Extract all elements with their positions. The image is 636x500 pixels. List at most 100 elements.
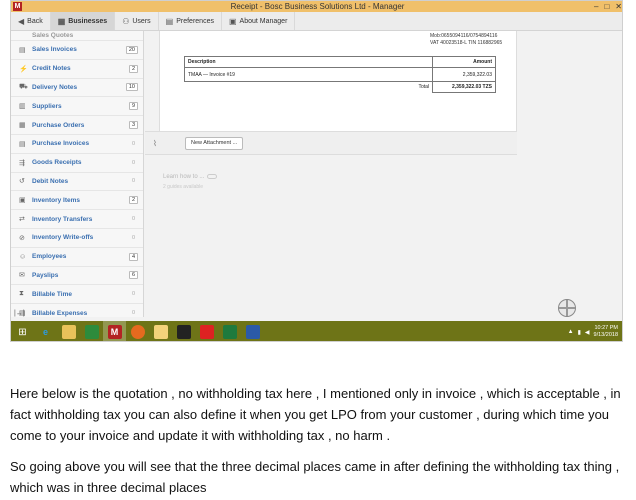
back-button[interactable]: ◀ Back bbox=[11, 12, 51, 30]
preferences-icon: ▤ bbox=[165, 16, 174, 26]
count-badge: 6 bbox=[128, 271, 138, 280]
guides-available: 2 guides available bbox=[163, 184, 204, 190]
count-badge: 0 bbox=[131, 216, 136, 223]
sidebar-item-purchase-invoices[interactable]: ▤ Purchase Invoices 0 bbox=[11, 135, 143, 154]
new-attachment-button[interactable]: New Attachment ... bbox=[185, 137, 244, 150]
taskbar-photos[interactable] bbox=[149, 321, 172, 341]
start-button[interactable]: ⊞ bbox=[11, 321, 34, 341]
businesses-icon: ▦ bbox=[57, 16, 66, 26]
suppliers-icon: ▥ bbox=[19, 103, 26, 111]
sidebar-item-debit-notes[interactable]: ↺ Debit Notes 0 bbox=[11, 173, 143, 192]
company-contact: Mob:0655094116/0754894116 VAT 40023518-L… bbox=[430, 33, 502, 47]
clock-date: 9/13/2018 bbox=[593, 332, 618, 338]
sidebar-item-inventory-items[interactable]: ▣ Inventory Items 2 bbox=[11, 191, 143, 211]
excel-icon bbox=[222, 325, 237, 339]
receipt-document: Mob:0655094116/0754894116 VAT 40023518-L… bbox=[159, 31, 517, 141]
goods-receipts-icon: ⇶ bbox=[19, 159, 25, 167]
contact-phone: Mob:0655094116/0754894116 bbox=[430, 33, 498, 39]
taskbar-terminal[interactable] bbox=[172, 321, 195, 341]
line-amount: 2,359,322.03 bbox=[432, 67, 496, 82]
taskbar-word[interactable] bbox=[241, 321, 264, 341]
toggle-icon bbox=[207, 174, 218, 179]
toolbar: ◀ Back ▦ Businesses ⚇ Users ▤ Preferences ▣ A… bbox=[11, 12, 622, 31]
count-badge: 0 bbox=[131, 234, 136, 241]
sidebar-item-credit-notes[interactable]: ⚡ Credit Notes 2 bbox=[11, 60, 143, 79]
paperclip-icon: ⌇ bbox=[153, 139, 157, 148]
internet-explorer-icon: e bbox=[42, 327, 48, 337]
count-badge: 2 bbox=[128, 196, 138, 205]
word-icon bbox=[245, 325, 260, 339]
sidebar-item-employees[interactable]: ☺ Employees 4 bbox=[11, 248, 143, 267]
sales-invoices-icon: ▤ bbox=[19, 46, 26, 54]
back-arrow-icon: ◀ bbox=[18, 16, 25, 26]
sidebar-item-sales-invoices[interactable]: ▤ Sales Invoices 20 bbox=[11, 41, 143, 60]
sidebar-item-goods-receipts[interactable]: ⇶ Goods Receipts 0 bbox=[11, 154, 143, 173]
sidebar-collapse-icon[interactable]: |↔| bbox=[14, 310, 25, 317]
sidebar-item-inventory-write-offs[interactable]: ⊘ Inventory Write-offs 0 bbox=[11, 229, 143, 248]
businesses-button[interactable]: ▦ Businesses bbox=[50, 12, 116, 30]
line-description: TMAA — Invoice #19 bbox=[184, 67, 433, 82]
taskbar-explorer[interactable] bbox=[57, 321, 80, 341]
count-badge: 0 bbox=[131, 310, 136, 317]
clock[interactable]: 10:27 PM 9/13/2018 bbox=[594, 325, 618, 339]
terminal-icon bbox=[176, 325, 191, 339]
taskbar-store[interactable] bbox=[80, 321, 103, 341]
column-header-amount: Amount bbox=[432, 56, 496, 68]
total-row: Total 2,359,322.03 TZS bbox=[184, 81, 496, 93]
hourglass-icon: ⧗ bbox=[19, 290, 24, 298]
count-badge: 0 bbox=[131, 291, 136, 298]
title-bar: M Receipt - Bosc Business Solutions Ltd … bbox=[11, 1, 622, 12]
sidebar-item-sales-quotes[interactable]: Sales Quotes bbox=[11, 31, 143, 41]
windows-logo-icon: ⊞ bbox=[18, 326, 27, 338]
count-badge: 4 bbox=[128, 252, 138, 261]
purchase-invoices-icon: ▤ bbox=[19, 140, 26, 148]
sidebar-item-payslips[interactable]: ✉ Payslips 6 bbox=[11, 267, 143, 286]
network-icon[interactable]: ▮ bbox=[578, 329, 581, 336]
employees-icon: ☺ bbox=[19, 253, 27, 261]
taskbar-excel[interactable] bbox=[218, 321, 241, 341]
body-paragraph: Here below is the quotation , no withhol… bbox=[10, 386, 621, 443]
taskbar-manager[interactable]: M bbox=[103, 321, 126, 341]
taskbar-ie[interactable]: e bbox=[34, 321, 57, 341]
count-badge: 10 bbox=[125, 83, 138, 92]
inventory-items-icon: ▣ bbox=[19, 197, 26, 205]
maximize-button[interactable]: □ bbox=[604, 2, 609, 11]
store-icon bbox=[84, 325, 99, 339]
total-label: Total bbox=[184, 81, 433, 93]
count-badge: 0 bbox=[131, 140, 136, 147]
count-badge: 2 bbox=[128, 64, 138, 73]
preferences-button[interactable]: ▤ Preferences bbox=[159, 12, 222, 30]
system-tray: ▲ ▮ ◀ 10:27 PM 9/13/2018 bbox=[568, 321, 622, 341]
globe-icon[interactable] bbox=[558, 299, 576, 317]
windows-taskbar: ⊞ e M ▲ ▮ ◀ 10:27 PM 9/13/2018 bbox=[11, 321, 622, 341]
sidebar-item-delivery-notes[interactable]: ⛟ Delivery Notes 10 bbox=[11, 79, 143, 98]
taskbar-antivirus[interactable] bbox=[195, 321, 218, 341]
users-button[interactable]: ⚇ Users bbox=[115, 12, 159, 30]
sidebar-item-billable-time[interactable]: ⧗ Billable Time 0 bbox=[11, 285, 143, 305]
close-button[interactable]: ✕ bbox=[615, 2, 622, 11]
minimize-button[interactable]: – bbox=[594, 2, 598, 11]
manager-icon: M bbox=[107, 325, 122, 339]
sidebar-item-inventory-transfers[interactable]: ⇄ Inventory Transfers 0 bbox=[11, 210, 143, 229]
clock-time: 10:27 PM bbox=[594, 325, 618, 331]
file-explorer-icon bbox=[61, 325, 76, 339]
total-value: 2,359,322.03 TZS bbox=[432, 81, 496, 93]
sidebar-item-billable-expenses[interactable]: ▤ Billable Expenses 0 bbox=[11, 304, 143, 317]
firefox-icon bbox=[130, 325, 145, 339]
main-content: Mob:0655094116/0754894116 VAT 40023518-L… bbox=[145, 31, 622, 317]
column-header-description: Description bbox=[184, 56, 433, 68]
sidebar-item-suppliers[interactable]: ▥ Suppliers 9 bbox=[11, 97, 143, 117]
payslips-icon: ✉ bbox=[19, 272, 25, 280]
inventory-write-offs-icon: ⊘ bbox=[19, 234, 25, 242]
about-manager-button[interactable]: ▣ About Manager bbox=[222, 12, 296, 30]
learn-how-to[interactable]: Learn how to ... bbox=[163, 174, 218, 180]
attachments-bar: ⌇ New Attachment ... bbox=[145, 131, 517, 155]
tray-chevron-icon[interactable]: ▲ bbox=[568, 329, 574, 335]
sidebar-item-purchase-orders[interactable]: ▦ Purchase Orders 3 bbox=[11, 116, 143, 135]
about-icon: ▣ bbox=[228, 16, 237, 26]
window-title: Receipt - Bosc Business Solutions Ltd - … bbox=[230, 2, 405, 11]
count-badge: 0 bbox=[131, 178, 136, 185]
count-badge: 9 bbox=[128, 102, 138, 111]
taskbar-firefox[interactable] bbox=[126, 321, 149, 341]
volume-icon[interactable]: ◀ bbox=[585, 329, 590, 336]
